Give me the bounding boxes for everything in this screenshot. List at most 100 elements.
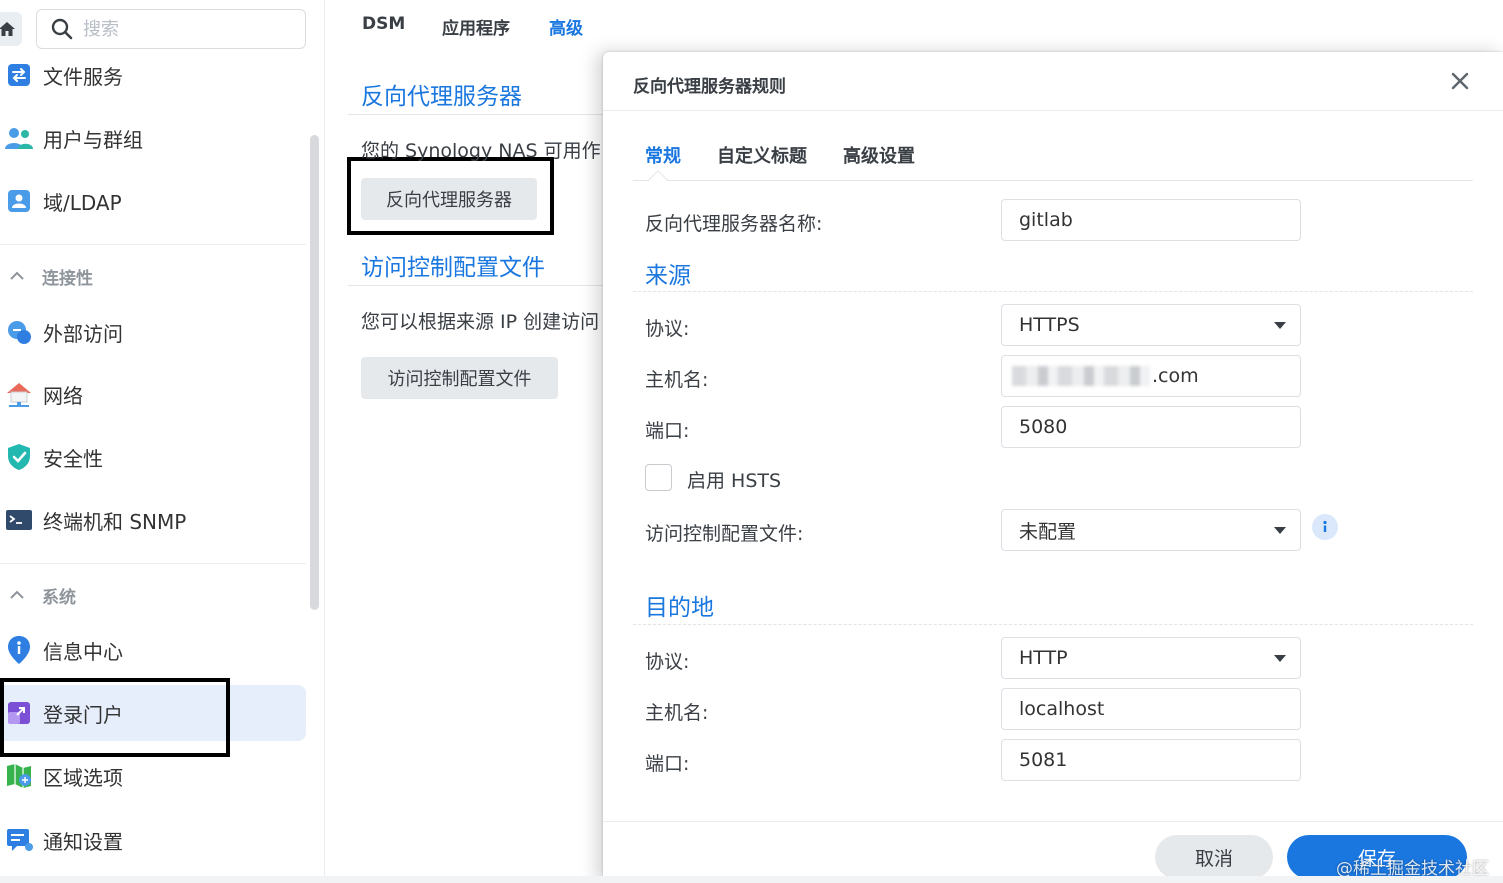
source-hostname-suffix: .com — [1152, 365, 1199, 387]
sidebar-item-label: 信息中心 — [43, 639, 123, 664]
source-hostname-input[interactable]: .com — [1001, 355, 1301, 397]
active-tab-indicator — [648, 170, 668, 190]
cancel-button[interactable]: 取消 — [1155, 835, 1273, 879]
close-button[interactable] — [1447, 68, 1473, 94]
terminal-icon — [4, 505, 34, 535]
group-divider — [633, 291, 1473, 292]
source-protocol-select[interactable]: HTTPS — [1001, 304, 1301, 346]
sidebar-section-connectivity[interactable]: 连接性 — [0, 256, 306, 296]
home-icon — [0, 22, 15, 36]
sidebar-item-label: 安全性 — [43, 446, 103, 471]
acl-label: 访问控制配置文件: — [645, 523, 804, 545]
sidebar-item-label: 登录门户 — [43, 702, 123, 727]
name-label: 反向代理服务器名称: — [645, 213, 823, 235]
tab-dsm[interactable]: DSM — [362, 14, 405, 34]
sidebar-item-external-access[interactable]: 外部访问 — [0, 304, 306, 360]
network-icon — [4, 379, 34, 409]
section-divider — [348, 285, 610, 286]
tab-general[interactable]: 常规 — [645, 142, 681, 168]
sidebar-divider — [0, 563, 306, 564]
destination-port-value: 5081 — [1019, 749, 1068, 771]
destination-hostname-label: 主机名: — [645, 702, 709, 724]
domain-ldap-icon — [4, 186, 34, 216]
sidebar-item-label: 外部访问 — [43, 321, 123, 346]
source-port-value: 5080 — [1019, 416, 1068, 438]
destination-hostname-input[interactable]: localhost — [1001, 688, 1301, 730]
destination-protocol-select[interactable]: HTTP — [1001, 637, 1301, 679]
dialog-footer-divider — [603, 821, 1503, 822]
chevron-up-icon — [10, 590, 24, 599]
shield-icon — [4, 442, 34, 472]
search-icon — [51, 18, 73, 40]
acl-value: 未配置 — [1019, 520, 1077, 543]
source-port-label: 端口: — [645, 420, 690, 442]
destination-title: 目的地 — [645, 595, 714, 621]
tab-advanced-settings[interactable]: 高级设置 — [843, 142, 915, 168]
dropdown-arrow-icon — [1274, 322, 1286, 329]
name-input[interactable]: gitlab — [1001, 199, 1301, 241]
tab-applications[interactable]: 应用程序 — [442, 14, 510, 39]
reverse-proxy-rule-dialog: 反向代理服务器规则 常规 自定义标题 高级设置 反向代理服务器名称: gitla… — [603, 52, 1503, 883]
sidebar-section-system[interactable]: 系统 — [0, 575, 306, 615]
group-divider — [633, 624, 1473, 625]
bottom-strip — [0, 876, 1503, 883]
dropdown-arrow-icon — [1274, 527, 1286, 534]
destination-hostname-value: localhost — [1019, 698, 1105, 720]
section-divider — [348, 114, 610, 115]
sidebar-item-file-services[interactable]: 文件服务 — [0, 47, 306, 103]
redacted-hostname — [1012, 366, 1150, 386]
dialog-header-divider — [603, 110, 1503, 111]
sidebar-item-label: 终端机和 SNMP — [43, 509, 187, 534]
search-input[interactable] — [83, 18, 283, 40]
sidebar-scrollbar[interactable] — [310, 135, 319, 610]
access-control-title: 访问控制配置文件 — [361, 255, 545, 281]
destination-protocol-label: 协议: — [645, 651, 690, 673]
close-icon — [1451, 72, 1469, 90]
sidebar-item-login-portal[interactable]: 登录门户 — [0, 685, 306, 741]
sidebar-item-label: 通知设置 — [43, 829, 123, 854]
name-value: gitlab — [1019, 209, 1073, 231]
sidebar-item-terminal-snmp[interactable]: 终端机和 SNMP — [0, 492, 306, 548]
reverse-proxy-description: 您的 Synology NAS 可用作 — [361, 140, 601, 162]
tab-custom-header[interactable]: 自定义标题 — [717, 142, 807, 168]
external-access-icon — [4, 317, 34, 347]
sidebar-item-label: 域/LDAP — [43, 190, 122, 215]
tab-advanced[interactable]: 高级 — [549, 14, 583, 39]
sidebar-item-label: 用户与群组 — [43, 127, 143, 152]
source-protocol-label: 协议: — [645, 318, 690, 340]
dropdown-arrow-icon — [1274, 655, 1286, 662]
user-group-icon — [4, 123, 34, 153]
chevron-up-icon — [10, 271, 24, 280]
info-icon[interactable] — [1312, 514, 1338, 540]
sidebar-item-label: 文件服务 — [43, 64, 123, 89]
section-label: 连接性 — [42, 268, 93, 289]
info-center-icon — [4, 635, 34, 665]
top-tabs: DSM 应用程序 高级 — [325, 0, 615, 52]
destination-port-label: 端口: — [645, 753, 690, 775]
regional-options-icon — [4, 761, 34, 791]
sidebar-item-security[interactable]: 安全性 — [0, 429, 306, 485]
sidebar-item-label: 区域选项 — [43, 765, 123, 790]
sidebar-item-network[interactable]: 网络 — [0, 366, 306, 422]
source-title: 来源 — [645, 263, 691, 289]
access-control-button[interactable]: 访问控制配置文件 — [361, 357, 558, 399]
file-services-icon — [4, 60, 34, 90]
destination-protocol-value: HTTP — [1019, 647, 1068, 669]
login-portal-icon — [4, 698, 34, 728]
sidebar-item-regional-options[interactable]: 区域选项 — [0, 748, 306, 804]
sidebar-item-user-group[interactable]: 用户与群组 — [0, 110, 306, 166]
reverse-proxy-button[interactable]: 反向代理服务器 — [361, 178, 537, 220]
search-box[interactable] — [36, 9, 306, 49]
sidebar-item-notification[interactable]: 通知设置 — [0, 812, 306, 868]
destination-port-input[interactable]: 5081 — [1001, 739, 1301, 781]
sidebar-item-domain-ldap[interactable]: 域/LDAP — [0, 173, 306, 229]
sidebar-divider — [0, 244, 306, 245]
acl-select[interactable]: 未配置 — [1001, 509, 1301, 551]
hsts-checkbox[interactable] — [645, 464, 672, 491]
source-port-input[interactable]: 5080 — [1001, 406, 1301, 448]
sidebar-item-info-center[interactable]: 信息中心 — [0, 622, 306, 678]
access-control-description: 您可以根据来源 IP 创建访问 — [361, 311, 600, 333]
source-protocol-value: HTTPS — [1019, 314, 1080, 336]
dialog-title: 反向代理服务器规则 — [633, 77, 786, 97]
home-button[interactable] — [0, 12, 22, 46]
